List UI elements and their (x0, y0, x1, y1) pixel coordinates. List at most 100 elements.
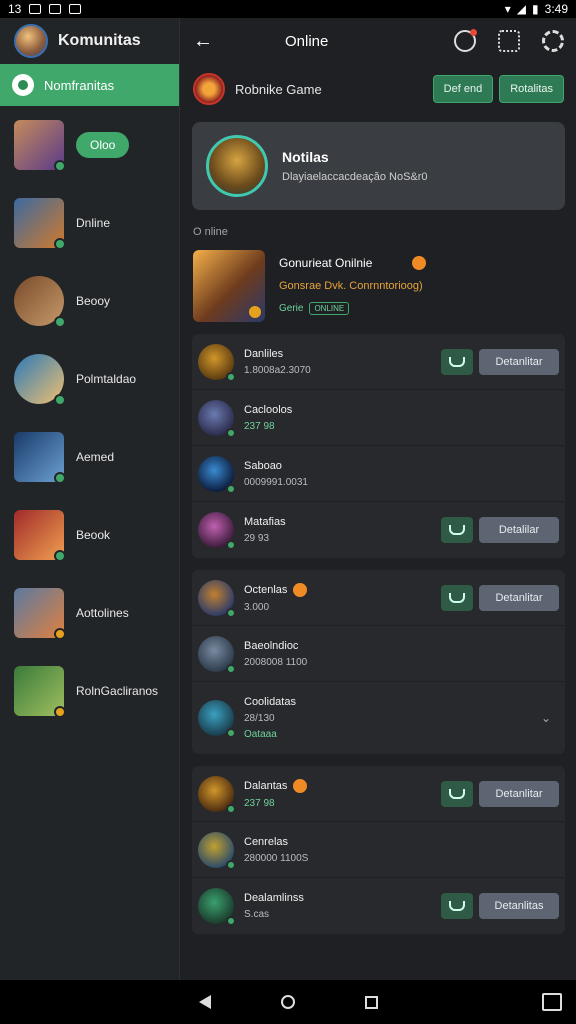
notification-icon (49, 4, 62, 14)
list-item[interactable]: Matafias 29 93 Detalilar (192, 502, 565, 558)
avatar (198, 700, 236, 738)
profile-name: Notilas (282, 149, 329, 165)
avatar (198, 455, 236, 494)
download-icon[interactable] (441, 517, 473, 543)
screenshot-icon[interactable] (542, 993, 562, 1011)
status-pill[interactable]: Oloo (76, 132, 130, 158)
list-item[interactable]: Octenlas 3.000 Detanlitar (192, 570, 565, 626)
game-thumbnail (14, 588, 66, 640)
sidebar-item-label: Dnline (76, 216, 111, 230)
list-item[interactable]: Danliles 1.8008a2.3070 Detanlitar (192, 334, 565, 390)
avatar[interactable] (14, 24, 48, 58)
nav-back-icon[interactable] (198, 995, 211, 1009)
community-icon (12, 74, 34, 96)
list-item[interactable]: Coolidatas 28/130 Oataaa ⌄ (192, 682, 565, 754)
list-item[interactable]: Dealamlinss S.cas Detanlitas (192, 878, 565, 934)
game-thumbnail (14, 510, 66, 562)
notification-icon (29, 4, 42, 14)
sidebar: Komunitas Nomfranitas Oloo Dnline Beooy Pol… (0, 18, 180, 980)
member-name: Saboao (244, 459, 282, 472)
wifi-icon: ▾ (504, 2, 511, 16)
member-subtitle: 29 93 (244, 533, 270, 544)
sidebar-item-label: Beook (76, 528, 111, 542)
member-name: Matafias (244, 516, 286, 528)
top-bar: ← Online (181, 18, 576, 64)
member-subtitle: 237 98 (244, 420, 275, 432)
signal-icon: ◢ (516, 2, 527, 16)
member-name: Danliles (244, 347, 284, 360)
detail-button[interactable]: Detanlitar (479, 584, 559, 611)
nav-recents-icon[interactable] (364, 995, 378, 1009)
list-item[interactable]: Cenrelas 280000 1100S (192, 822, 565, 878)
sidebar-item[interactable]: Aemed (0, 418, 179, 496)
game-thumbnail (14, 120, 66, 172)
sidebar-item[interactable]: Beooy (0, 262, 179, 340)
member-name: Cacloolos (244, 403, 293, 416)
avatar (198, 343, 236, 382)
notification-bell-icon[interactable] (454, 29, 477, 52)
detail-button[interactable]: Detalilar (479, 517, 559, 543)
sidebar-item-label: Aottolines (76, 606, 129, 620)
gear-icon[interactable] (542, 30, 564, 52)
sidebar-item[interactable]: Aottolines (0, 574, 179, 652)
avatar (198, 635, 236, 674)
list-item[interactable]: Baeolndioc 2008008 1100 (192, 626, 565, 682)
member-subtitle: 3.000 (244, 601, 270, 613)
featured-item[interactable]: Gonurieat Onilnie Gonsrae Dvk. Conrnntor… (181, 246, 576, 334)
sidebar-item-label: Beooy (76, 294, 111, 308)
member-subtitle: S.cas (244, 909, 270, 920)
sidebar-item[interactable]: Oloo (0, 106, 179, 184)
sidebar-item[interactable]: Polmtaldao (0, 340, 179, 418)
member-group: Octenlas 3.000 Detanlitar Baeolndioc 2008008… (192, 570, 565, 754)
download-icon[interactable] (441, 348, 473, 375)
avatar (198, 831, 236, 870)
member-subtitle: 2008008 1100 (244, 656, 308, 668)
game-logo-icon (193, 73, 225, 105)
sidebar-item[interactable]: Beook (0, 496, 179, 574)
back-arrow-icon[interactable]: ← (193, 30, 213, 52)
download-icon[interactable] (441, 584, 473, 611)
list-item[interactable]: Cacloolos 237 98 (192, 390, 565, 446)
member-subtitle: 28/130 (244, 713, 275, 724)
defend-button[interactable]: Def end (432, 75, 494, 103)
member-subtitle: 0009991.0031 (244, 476, 308, 488)
sidebar-item[interactable]: RolnGacliranos (0, 652, 179, 730)
battery-icon: ▮ (532, 2, 539, 16)
profile-subtitle: Dlayiaelaccacdeaçăo NoS&r0 (282, 171, 428, 183)
member-name: Baeolndioc (244, 639, 299, 652)
list-item[interactable]: Saboao 0009991.0031 (192, 446, 565, 502)
detail-button[interactable]: Detanlitar (479, 780, 559, 807)
game-thumbnail (14, 432, 66, 484)
member-subtitle: 1.8008a2.3070 (244, 364, 311, 376)
status-time: 13 (8, 2, 22, 16)
detail-button[interactable]: Detanlitar (479, 348, 559, 375)
chevron-down-icon[interactable]: ⌄ (541, 711, 551, 725)
download-icon[interactable] (441, 780, 473, 807)
status-badge: ONLINE (309, 302, 350, 315)
nav-home-icon[interactable] (280, 995, 295, 1009)
download-icon[interactable] (441, 893, 473, 919)
avatar (206, 135, 268, 197)
rotalitas-button[interactable]: Rotalitas (499, 75, 564, 103)
search-icon[interactable] (498, 30, 520, 52)
section-label: O nline (193, 226, 228, 238)
sidebar-item[interactable]: Dnline (0, 184, 179, 262)
member-name: Dealamlinss (244, 892, 304, 904)
sidebar-item-label: Nomfranitas (44, 77, 115, 93)
game-thumbnail (14, 276, 66, 328)
member-tag: Oataaa (244, 729, 277, 740)
sidebar-item-active[interactable]: Nomfranitas (0, 64, 179, 106)
member-name: Dalantas (244, 779, 288, 792)
detail-button[interactable]: Detanlitas (479, 893, 559, 919)
list-item[interactable]: Dalantas 237 98 Detanlitar (192, 766, 565, 822)
profile-card[interactable]: Notilas Dlayiaelaccacdeaçăo NoS&r0 (192, 122, 565, 210)
game-thumbnail (14, 666, 66, 718)
game-thumbnail (14, 354, 66, 406)
status-bar: 13 ▾ ◢ ▮ 3:49 (0, 0, 576, 18)
member-group: Danliles 1.8008a2.3070 Detanlitar Cacloolos… (192, 334, 565, 558)
notification-icon (69, 4, 82, 14)
avatar (198, 775, 236, 814)
feature-tag: Gerie (279, 303, 304, 314)
badge-icon (412, 256, 427, 270)
avatar (198, 579, 236, 618)
